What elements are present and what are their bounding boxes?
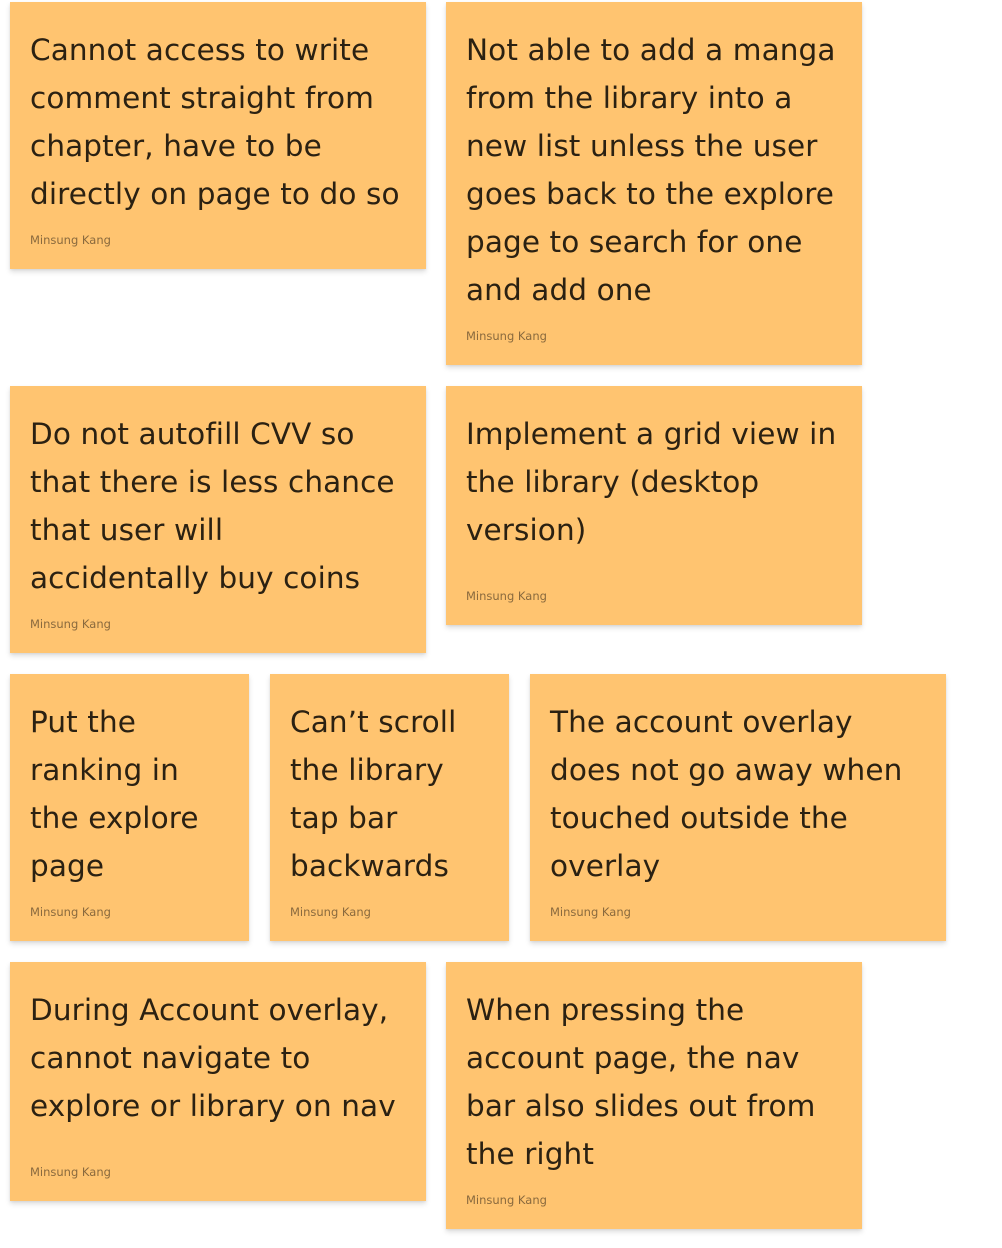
note-text: Can’t scroll the library tap bar backwar… (290, 705, 457, 883)
note-text: Cannot access to write comment straight … (30, 33, 400, 211)
sticky-note[interactable]: Implement a grid view in the library (de… (446, 386, 862, 625)
note-text: Put the ranking in the explore page (30, 705, 199, 883)
note-text: When pressing the account page, the nav … (466, 993, 816, 1171)
note-text: Do not autofill CVV so that there is les… (30, 417, 395, 595)
note-text: Implement a grid view in the library (de… (466, 417, 837, 547)
sticky-note[interactable]: Not able to add a manga from the library… (446, 2, 862, 365)
sticky-note[interactable]: Can’t scroll the library tap bar backwar… (270, 674, 509, 941)
note-text: The account overlay does not go away whe… (550, 705, 903, 883)
sticky-note[interactable]: Put the ranking in the explore page Mins… (10, 674, 249, 941)
sticky-note[interactable]: Do not autofill CVV so that there is les… (10, 386, 426, 653)
note-text: During Account overlay, cannot navigate … (30, 993, 396, 1123)
note-author: Minsung Kang (30, 1165, 111, 1179)
note-author: Minsung Kang (466, 589, 547, 603)
note-author: Minsung Kang (466, 1193, 547, 1207)
note-text: Not able to add a manga from the library… (466, 33, 836, 307)
sticky-note[interactable]: Cannot access to write comment straight … (10, 2, 426, 269)
sticky-note[interactable]: During Account overlay, cannot navigate … (10, 962, 426, 1201)
note-author: Minsung Kang (30, 905, 111, 919)
note-author: Minsung Kang (30, 233, 111, 247)
note-author: Minsung Kang (30, 617, 111, 631)
note-author: Minsung Kang (466, 329, 547, 343)
note-author: Minsung Kang (550, 905, 631, 919)
sticky-note[interactable]: The account overlay does not go away whe… (530, 674, 946, 941)
sticky-note[interactable]: When pressing the account page, the nav … (446, 962, 862, 1229)
note-author: Minsung Kang (290, 905, 371, 919)
